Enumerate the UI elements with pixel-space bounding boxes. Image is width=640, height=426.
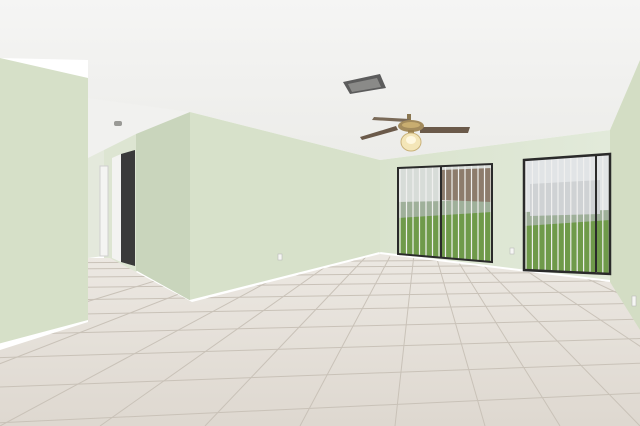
wall-outlet [277,253,283,261]
window-right [522,152,612,276]
tile-floor [0,254,640,426]
hallway-door-far [99,165,109,257]
wall-outlet-2 [509,247,515,255]
wall-outlet-3 [631,295,637,307]
hallway-door [121,150,135,266]
window-left [397,162,493,264]
middle-wall-front [136,112,190,302]
hallway-door-frame [112,154,121,262]
room-photo [0,0,640,426]
left-wall [0,58,88,346]
ceiling-light [114,121,122,126]
